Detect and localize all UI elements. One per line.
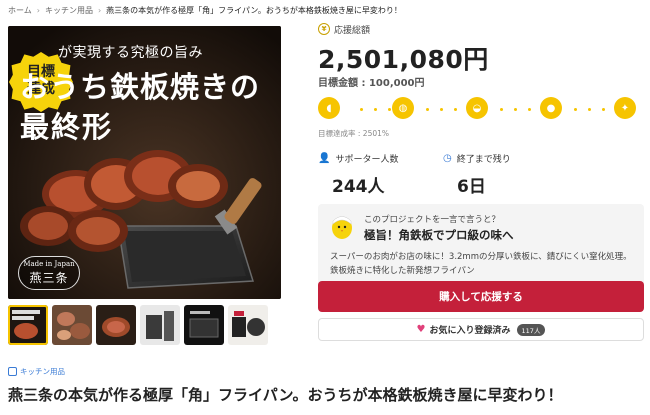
hatching-milestone-icon: ◒ xyxy=(466,97,488,119)
hero-title-line1: おうち鉄板焼きの xyxy=(20,70,261,104)
hero-subtitle: が実現する究極の旨み xyxy=(58,45,203,61)
progress-dot xyxy=(500,108,503,111)
hero-image[interactable]: 目標 達成 が実現する究極の旨み おうち鉄板焼きの 最終形 Made in Ja… xyxy=(8,26,281,299)
one-word-description: スーパーのお肉がお店の味に！3.2mmの分厚い鉄板に、錆びにくい窒化処理。鉄板焼… xyxy=(330,252,632,276)
egg-milestone-icon: ◍ xyxy=(392,97,414,119)
progress-dot xyxy=(388,108,391,111)
made-in-japan-emblem: Made in Japan 燕三条 xyxy=(18,256,80,290)
progress-dot xyxy=(588,108,591,111)
clock-icon: ◷ xyxy=(443,152,452,164)
egg-milestone-icon: ◖ xyxy=(318,97,340,119)
breadcrumb: ホーム › キッチン用品 › 燕三条の本気が作る極厚「角」フライパン。おうちが本… xyxy=(8,3,648,17)
thumbnail-1[interactable] xyxy=(8,305,48,345)
progress-dot xyxy=(602,108,605,111)
supporters-value: 244人 xyxy=(332,177,385,197)
hero-title-line2: 最終形 xyxy=(20,110,114,144)
thumbnail-strip xyxy=(8,305,281,345)
supporters-stat: 👤 サポーター人数 244人 xyxy=(318,152,443,198)
buy-support-button[interactable]: 購入して応援する xyxy=(318,281,644,312)
remaining-label: 終了まで残り xyxy=(456,154,511,165)
progress-dot xyxy=(574,108,577,111)
bird-milestone-icon: ✦ xyxy=(614,97,636,119)
chevron-right-icon: › xyxy=(36,5,40,15)
progress-dot xyxy=(360,108,363,111)
heart-icon: ♥ xyxy=(416,324,426,335)
page-title: 燕三条の本気が作る極厚「角」フライパン。おうちが本格鉄板焼き屋に早変わり！ xyxy=(8,386,563,404)
favorite-label: お気に入り登録済み xyxy=(429,326,511,336)
yen-icon: ¥ xyxy=(318,23,330,35)
chick-mascot-icon xyxy=(332,216,352,239)
progress-dot xyxy=(528,108,531,111)
progress-dot xyxy=(426,108,429,111)
remaining-stat: ◷ 終了まで残り 6日 xyxy=(443,152,568,198)
breadcrumb-home[interactable]: ホーム xyxy=(8,5,32,16)
thumbnail-5[interactable] xyxy=(184,305,224,345)
thumbnail-2[interactable] xyxy=(52,305,92,345)
chick-milestone-icon: ● xyxy=(540,97,562,119)
breadcrumb-category[interactable]: キッチン用品 xyxy=(45,5,93,16)
milestone-progress: ◖ ◍ ◒ ● ✦ xyxy=(318,96,644,122)
goal-amount: 目標金額 : 100,000円 xyxy=(318,78,425,89)
progress-dot xyxy=(454,108,457,111)
total-label: 応援総額 xyxy=(334,25,371,36)
chevron-right-icon: › xyxy=(97,5,102,15)
category-label: キッチン用品 xyxy=(20,367,65,376)
remaining-value: 6日 xyxy=(457,177,486,197)
favorite-button[interactable]: ♥ お気に入り登録済み 117人 xyxy=(318,318,644,341)
stats-row: 👤 サポーター人数 244人 ◷ 終了まで残り 6日 xyxy=(318,152,644,198)
one-word-question: このプロジェクトを一言で言うと？ xyxy=(364,215,501,225)
progress-dot xyxy=(374,108,377,111)
made-in-jp: 燕三条 xyxy=(29,271,69,285)
thumbnail-6[interactable] xyxy=(228,305,268,345)
progress-dot xyxy=(440,108,443,111)
person-icon: 👤 xyxy=(318,152,331,164)
one-word-summary: このプロジェクトを一言で言うと？ 極旨！角鉄板でプロ級の味へ スーパーのお肉がお… xyxy=(318,204,644,286)
made-in-en: Made in Japan xyxy=(23,260,75,268)
breadcrumb-current: 燕三条の本気が作る極厚「角」フライパン。おうちが本格鉄板焼き屋に早変わり！ xyxy=(106,5,402,15)
total-label-row: ¥ 応援総額 xyxy=(318,22,644,36)
one-word-answer: 極旨！角鉄板でプロ級の味へ xyxy=(364,228,514,242)
progress-dot xyxy=(514,108,517,111)
category-icon xyxy=(8,367,17,376)
supporters-label: サポーター人数 xyxy=(335,154,399,165)
thumbnail-4[interactable] xyxy=(140,305,180,345)
achievement-rate: 目標達成率 : 2501% xyxy=(318,129,390,138)
favorite-count-badge: 117人 xyxy=(516,323,546,336)
funding-panel: ¥ 応援総額 2,501,080円 目標金額 : 100,000円 ◖ ◍ ◒ … xyxy=(318,22,644,286)
thumbnail-3[interactable] xyxy=(96,305,136,345)
category-tag[interactable]: キッチン用品 xyxy=(8,366,65,377)
total-amount: 2,501,080円 xyxy=(318,45,489,74)
